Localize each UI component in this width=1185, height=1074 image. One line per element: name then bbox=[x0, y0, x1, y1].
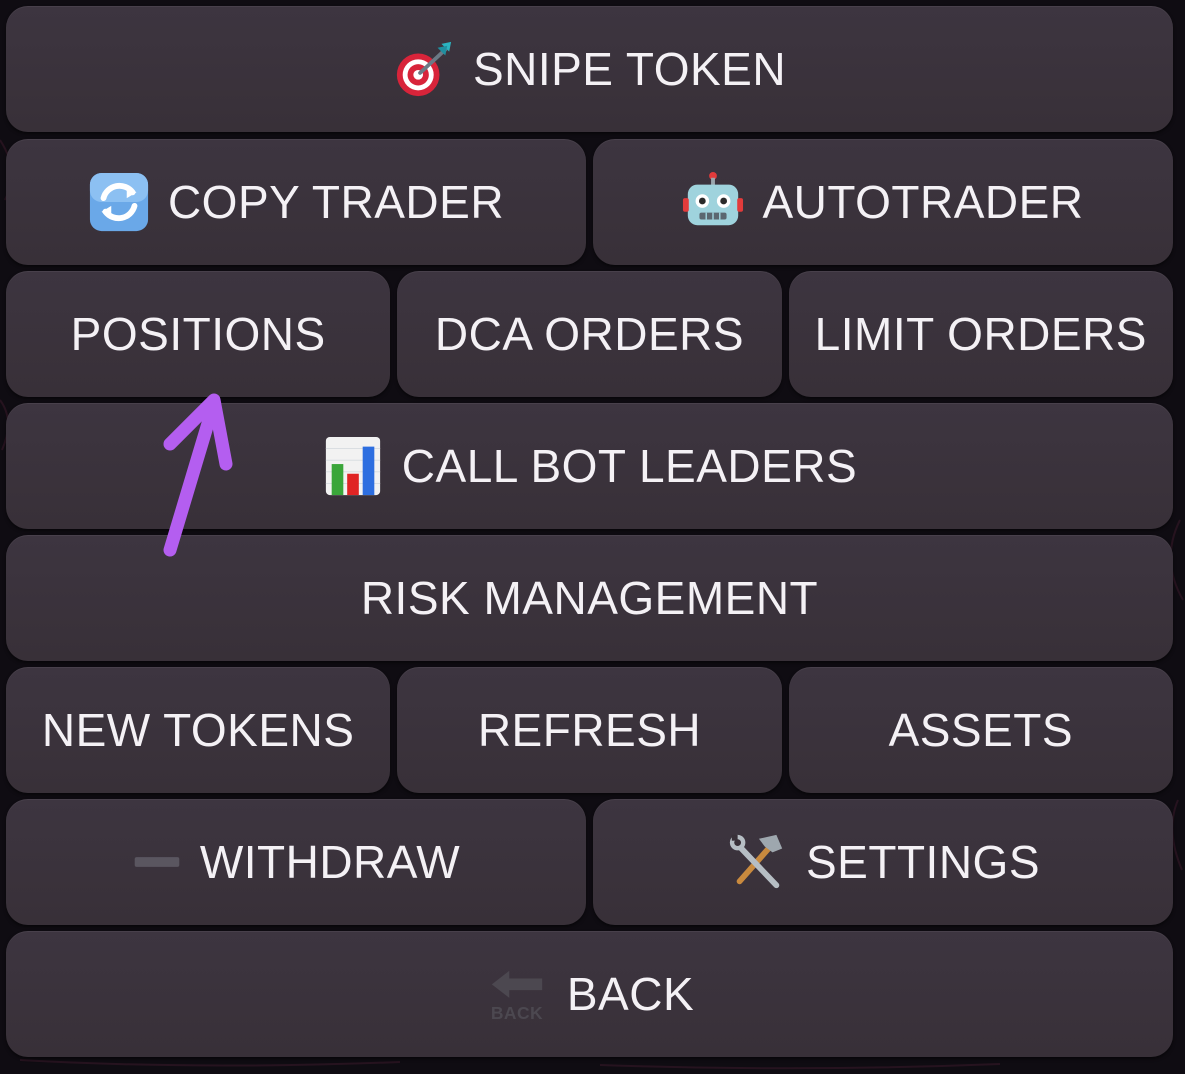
back-label: BACK bbox=[566, 968, 695, 1020]
keyboard-row-8: BACK BACK bbox=[6, 931, 1173, 1057]
bar-chart-icon bbox=[322, 435, 384, 497]
target-dart-icon bbox=[393, 38, 455, 100]
keyboard-row-3: POSITIONS DCA ORDERS LIMIT ORDERS bbox=[6, 271, 1173, 397]
call-bot-leaders-label: CALL BOT LEADERS bbox=[401, 440, 858, 492]
settings-label: SETTINGS bbox=[805, 836, 1041, 888]
withdraw-button[interactable]: WITHDRAW bbox=[6, 799, 586, 925]
minus-icon bbox=[132, 831, 182, 893]
keyboard-row-6: NEW TOKENS REFRESH ASSETS bbox=[6, 667, 1173, 793]
risk-management-button[interactable]: RISK MANAGEMENT bbox=[6, 535, 1173, 661]
keyboard-row-5: RISK MANAGEMENT bbox=[6, 535, 1173, 661]
back-arrow-icon: BACK bbox=[485, 963, 549, 1025]
copy-trader-button[interactable]: COPY TRADER bbox=[6, 139, 586, 265]
call-bot-leaders-button[interactable]: CALL BOT LEADERS bbox=[6, 403, 1173, 529]
back-button[interactable]: BACK BACK bbox=[6, 931, 1173, 1057]
hammer-wrench-icon bbox=[726, 831, 788, 893]
refresh-label: REFRESH bbox=[477, 704, 702, 756]
refresh-arrows-icon bbox=[88, 171, 150, 233]
keyboard-row-1: SNIPE TOKEN bbox=[6, 6, 1173, 132]
keyboard-row-2: COPY TRADER AUTOTRADER bbox=[6, 139, 1173, 265]
limit-orders-button[interactable]: LIMIT ORDERS bbox=[788, 271, 1173, 397]
new-tokens-button[interactable]: NEW TOKENS bbox=[6, 667, 391, 793]
risk-management-label: RISK MANAGEMENT bbox=[360, 572, 819, 624]
keyboard-row-4: CALL BOT LEADERS bbox=[6, 403, 1173, 529]
bot-keyboard: SNIPE TOKEN COPY TRADER AUTOTRADER POSIT… bbox=[6, 6, 1173, 1057]
autotrader-button[interactable]: AUTOTRADER bbox=[593, 139, 1173, 265]
dca-orders-label: DCA ORDERS bbox=[434, 308, 745, 360]
snipe-token-label: SNIPE TOKEN bbox=[472, 43, 787, 95]
positions-button[interactable]: POSITIONS bbox=[6, 271, 391, 397]
withdraw-label: WITHDRAW bbox=[199, 836, 461, 888]
positions-label: POSITIONS bbox=[70, 308, 326, 360]
dca-orders-button[interactable]: DCA ORDERS bbox=[397, 271, 782, 397]
copy-trader-label: COPY TRADER bbox=[167, 176, 505, 228]
limit-orders-label: LIMIT ORDERS bbox=[814, 308, 1147, 360]
autotrader-label: AUTOTRADER bbox=[762, 176, 1084, 228]
assets-button[interactable]: ASSETS bbox=[788, 667, 1173, 793]
back-icon-text: BACK bbox=[491, 1003, 543, 1023]
new-tokens-label: NEW TOKENS bbox=[41, 704, 355, 756]
snipe-token-button[interactable]: SNIPE TOKEN bbox=[6, 6, 1173, 132]
assets-label: ASSETS bbox=[888, 704, 1074, 756]
settings-button[interactable]: SETTINGS bbox=[593, 799, 1173, 925]
robot-icon bbox=[682, 171, 744, 233]
keyboard-row-7: WITHDRAW SETTINGS bbox=[6, 799, 1173, 925]
refresh-button[interactable]: REFRESH bbox=[397, 667, 782, 793]
